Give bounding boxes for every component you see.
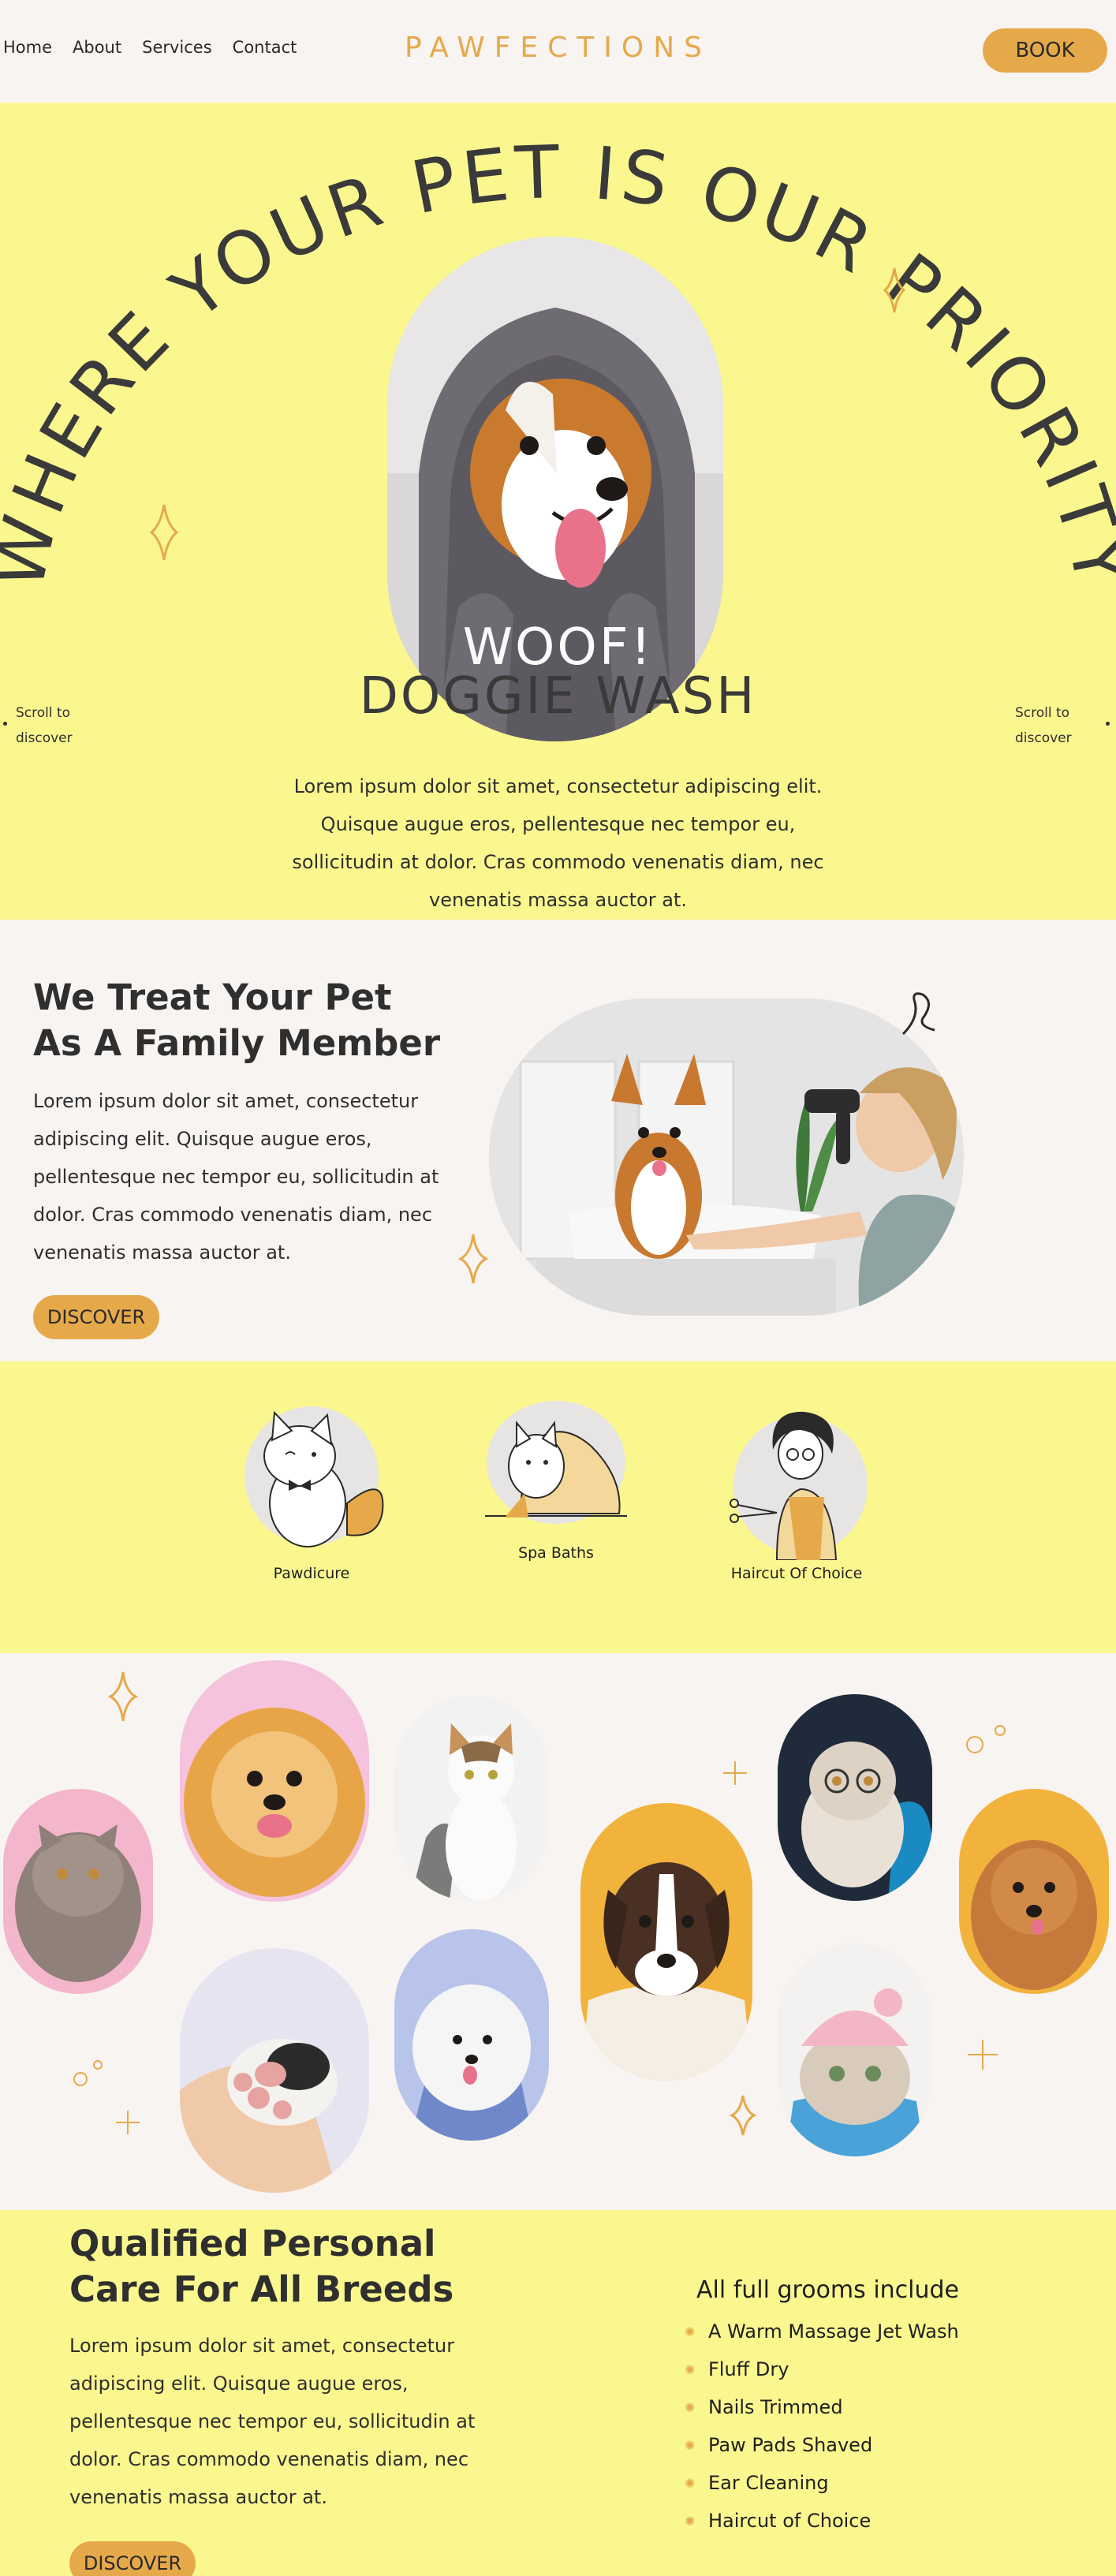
hero-description: Lorem ipsum dolor sit amet, consectetur … — [292, 775, 824, 911]
includes-title: All full grooms include — [696, 2276, 960, 2304]
breeds-title-line2: Care For All Breeds — [69, 2268, 454, 2310]
list-item: ✺ Fluff Dry — [685, 2350, 959, 2388]
list-item: ✺ Ear Cleaning — [685, 2464, 959, 2502]
hero-title-line2: DOGGIE WASH — [359, 667, 757, 726]
star-icon: ✺ — [685, 2361, 696, 2377]
service-spa-baths[interactable]: Spa Baths — [473, 1399, 639, 1562]
family-section: We Treat Your Pet As A Family Member Lor… — [0, 920, 1116, 1361]
scroll-label: Scroll to — [1015, 705, 1070, 721]
persian-cat-photo — [3, 1789, 153, 1994]
list-item: ✺ Nails Trimmed — [685, 2388, 959, 2426]
plus-sparkle-icon — [723, 1761, 747, 1785]
circles-icon — [966, 1725, 1006, 1753]
star-icon: ✺ — [685, 2324, 696, 2339]
white-dog-photo — [394, 1929, 549, 2141]
site-header: Home About Services Contact PAWFECTIONS … — [0, 0, 1116, 103]
discover-button[interactable]: DISCOVER — [69, 2541, 196, 2576]
star-icon: ✺ — [685, 2513, 696, 2529]
tabby-cat-photo — [394, 1696, 549, 1901]
family-title-line1: We Treat Your Pet — [33, 976, 392, 1018]
family-title-line2: As A Family Member — [33, 1022, 441, 1064]
hero-title: WOOF! DOGGIE WASH — [0, 618, 1116, 726]
star-icon: ✺ — [685, 2475, 696, 2491]
aussie-dog-photo — [580, 1803, 752, 2081]
list-item-label: Paw Pads Shaved — [708, 2434, 873, 2456]
scroll-label: Scroll to — [16, 705, 71, 721]
sparkle-icon — [730, 2095, 756, 2136]
list-item-label: Fluff Dry — [708, 2358, 789, 2380]
hero-title-line1: WOOF! — [462, 618, 654, 677]
family-title: We Treat Your Pet As A Family Member — [33, 975, 440, 1066]
plus-sparkle-icon — [116, 2111, 140, 2134]
breeds-title: Qualified Personal Care For All Breeds — [69, 2221, 453, 2313]
glasses-cat-photo — [778, 1694, 932, 1901]
cat-towel-icon — [485, 1401, 627, 1524]
circles-icon — [73, 2060, 103, 2086]
paw-in-hand-photo — [180, 1948, 369, 2193]
list-item: ✺ Paw Pads Shaved — [685, 2426, 959, 2464]
list-item-label: Haircut of Choice — [708, 2510, 872, 2532]
scroll-dot-right — [1106, 722, 1110, 726]
service-label: Spa Baths — [518, 1544, 594, 1562]
pet-gallery — [0, 1653, 1116, 2210]
list-item-label: A Warm Massage Jet Wash — [708, 2320, 959, 2343]
list-item: ✺ Haircut of Choice — [685, 2502, 959, 2540]
sparkle-icon — [457, 1234, 489, 1284]
list-item-label: Ear Cleaning — [708, 2472, 829, 2494]
discover-button[interactable]: DISCOVER — [33, 1295, 159, 1339]
breeds-description: Lorem ipsum dolor sit amet, consectetur … — [69, 2335, 476, 2508]
book-button[interactable]: BOOK — [983, 28, 1107, 73]
service-pawdicure[interactable]: Pawdicure — [229, 1401, 394, 1582]
scroll-indicator-right[interactable]: Scroll to discover — [1015, 700, 1102, 751]
plus-sparkle-icon — [968, 2040, 998, 2070]
groomer-photo — [489, 999, 964, 1316]
scroll-indicator-left[interactable]: Scroll to discover — [16, 700, 103, 751]
brand-logo[interactable]: PAWFECTIONS — [0, 32, 1116, 64]
swirl-icon — [901, 992, 935, 1036]
pomeranian-photo — [180, 1660, 369, 1902]
poodle-photo — [959, 1789, 1109, 1994]
family-description: Lorem ipsum dolor sit amet, consectetur … — [33, 1090, 439, 1264]
groomer-scissors-icon — [730, 1411, 868, 1561]
breeds-section: Qualified Personal Care For All Breeds L… — [0, 2210, 1116, 2576]
service-label: Pawdicure — [273, 1565, 350, 1582]
list-item: ✺ A Warm Massage Jet Wash — [685, 2313, 959, 2350]
services-section: Pawdicure Spa Baths Haircut Of Choice — [0, 1361, 1116, 1653]
scroll-dot-left — [3, 722, 7, 726]
cat-bowtie-icon — [244, 1406, 384, 1547]
list-item-label: Nails Trimmed — [708, 2396, 843, 2418]
star-icon: ✺ — [685, 2399, 696, 2415]
breeds-title-line1: Qualified Personal — [69, 2223, 436, 2264]
star-icon: ✺ — [685, 2437, 696, 2453]
cat-in-hat-photo — [778, 1943, 932, 2156]
service-label: Haircut Of Choice — [730, 1565, 863, 1582]
scroll-label: discover — [16, 730, 73, 746]
hero-section: WHERE YOUR PET IS OUR PRIORITY WO — [0, 103, 1116, 920]
scroll-label: discover — [1015, 730, 1072, 746]
service-haircut[interactable]: Haircut Of Choice — [714, 1402, 879, 1582]
sparkle-icon — [149, 504, 179, 561]
includes-list: ✺ A Warm Massage Jet Wash ✺ Fluff Dry ✺ Nai… — [685, 2313, 959, 2540]
sparkle-icon — [107, 1671, 139, 1722]
